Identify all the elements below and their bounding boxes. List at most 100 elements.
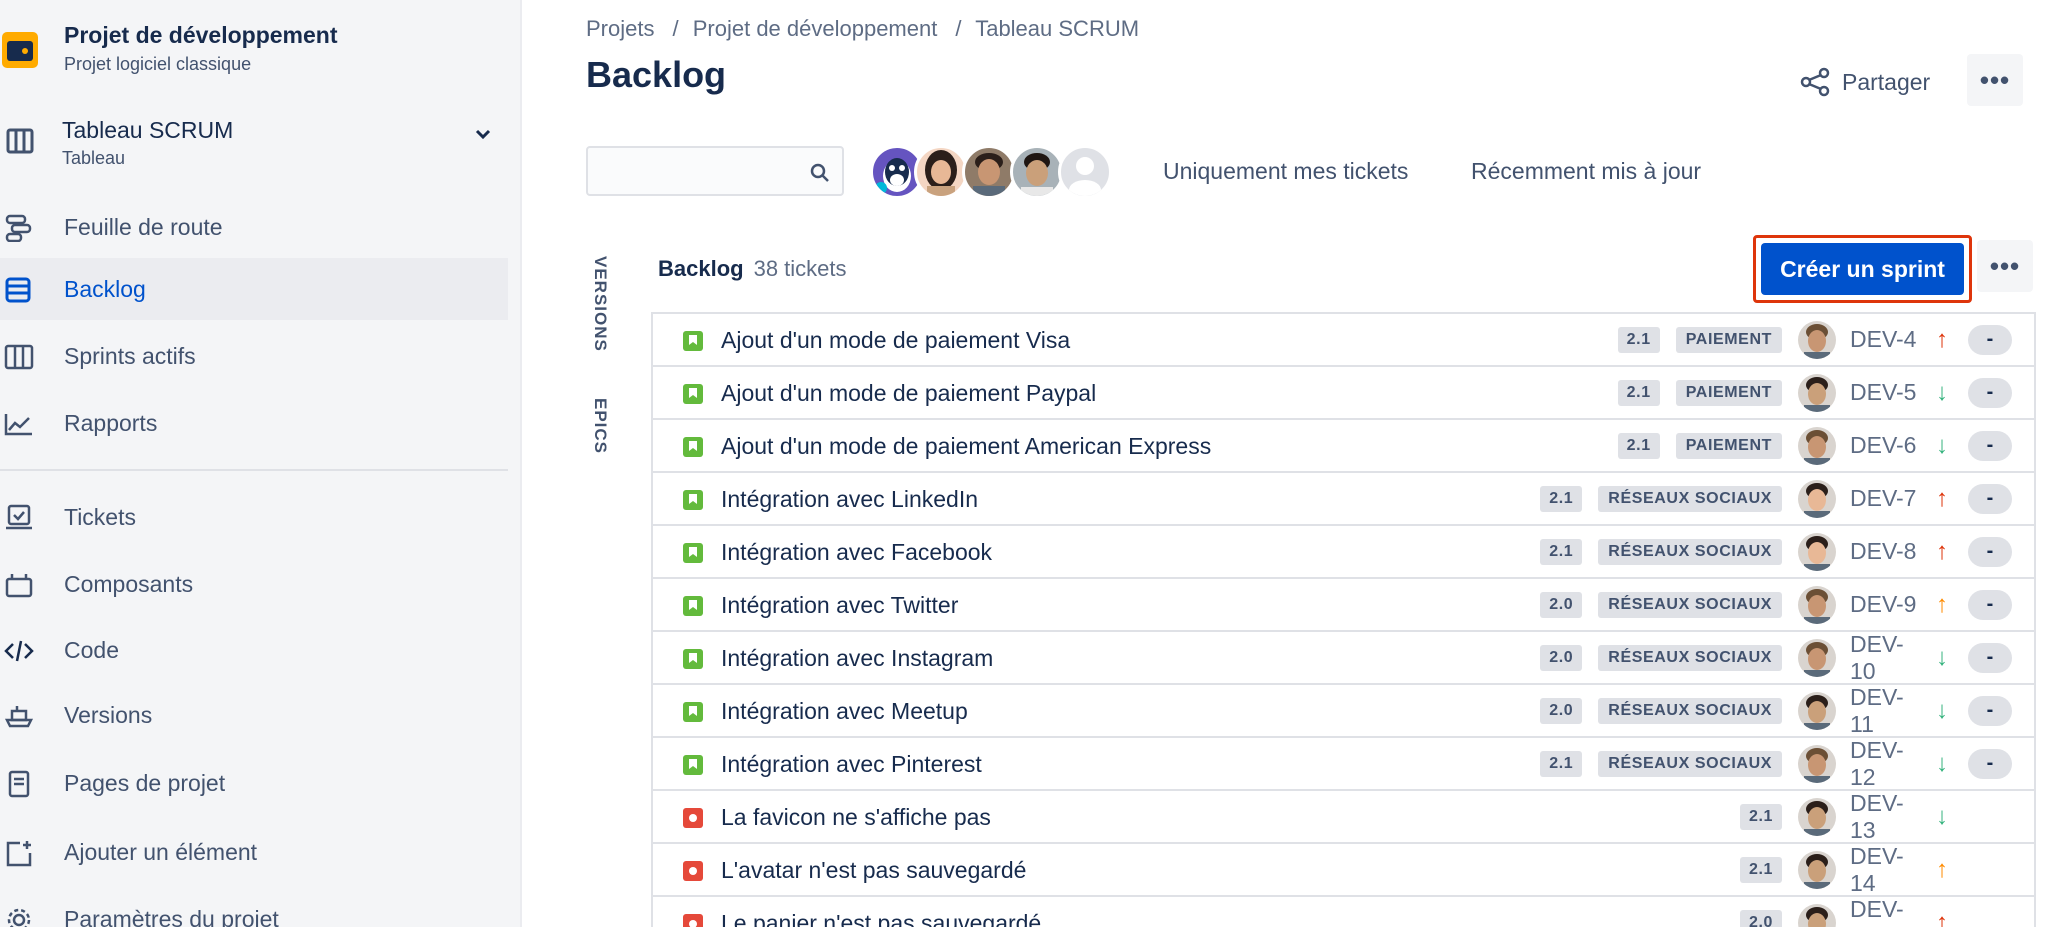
avatar-filter-unassigned[interactable] xyxy=(1058,145,1112,199)
epic-lozenge[interactable]: RÉSEAUX SOCIAUX xyxy=(1598,485,1782,512)
breadcrumb-board[interactable]: Tableau SCRUM xyxy=(975,16,1139,41)
sidebar-item-backlog[interactable]: Backlog xyxy=(0,258,508,320)
issue-key[interactable]: DEV-8 xyxy=(1850,538,1924,565)
assignee-avatar[interactable] xyxy=(1798,532,1836,571)
issue-key[interactable]: DEV-12 xyxy=(1850,737,1924,791)
issue-summary[interactable]: La favicon ne s'affiche pas xyxy=(721,804,991,831)
assignee-avatar[interactable] xyxy=(1798,903,1836,927)
assignee-avatar[interactable] xyxy=(1798,585,1836,624)
search-input[interactable] xyxy=(586,146,844,196)
breadcrumb-project[interactable]: Projet de développement xyxy=(693,16,938,41)
issue-summary[interactable]: Intégration avec Twitter xyxy=(721,592,958,619)
sidebar-item-code[interactable]: Code xyxy=(0,619,508,681)
issue-row[interactable]: Ajout d'un mode de paiement American Exp… xyxy=(653,420,2034,473)
tab-epics[interactable]: EPICS xyxy=(590,398,610,454)
project-header[interactable]: Projet de développement Projet logiciel … xyxy=(0,20,520,80)
epic-lozenge[interactable]: RÉSEAUX SOCIAUX xyxy=(1598,697,1782,724)
sidebar-item-active-sprints[interactable]: Sprints actifs xyxy=(0,325,508,387)
board-switcher[interactable]: Tableau SCRUM Tableau xyxy=(0,115,520,175)
breadcrumb-projects[interactable]: Projets xyxy=(586,16,654,41)
issue-row[interactable]: Ajout d'un mode de paiement Paypal 2.1 PAI… xyxy=(653,367,2034,420)
issue-summary[interactable]: Intégration avec Facebook xyxy=(721,539,992,566)
bug-icon xyxy=(683,861,703,881)
version-lozenge: 2.1 xyxy=(1617,432,1660,459)
issue-key[interactable]: DEV-11 xyxy=(1850,684,1924,738)
issue-key[interactable]: DEV-9 xyxy=(1850,591,1924,618)
assignee-avatar[interactable] xyxy=(1798,744,1836,783)
sidebar-item-versions[interactable]: Versions xyxy=(0,684,508,746)
roadmap-icon xyxy=(5,214,32,242)
sidebar-item-project-settings[interactable]: Paramètres du projet xyxy=(0,888,508,927)
issue-key[interactable]: DEV-6 xyxy=(1850,432,1924,459)
issue-summary[interactable]: Ajout d'un mode de paiement Paypal xyxy=(721,380,1096,407)
assignee-avatar[interactable] xyxy=(1798,691,1836,730)
story-icon xyxy=(683,649,703,669)
sidebar-item-tickets[interactable]: Tickets xyxy=(0,486,508,548)
epic-lozenge[interactable]: RÉSEAUX SOCIAUX xyxy=(1598,750,1782,777)
epic-lozenge[interactable]: PAIEMENT xyxy=(1675,379,1782,406)
issue-row[interactable]: Intégration avec LinkedIn 2.1 RÉSEAUX SOCI… xyxy=(653,473,2034,526)
epic-lozenge[interactable]: PAIEMENT xyxy=(1675,326,1782,353)
issue-key[interactable]: DEV-10 xyxy=(1850,631,1924,685)
estimate-badge xyxy=(1968,908,2012,927)
sidebar-item-add-item[interactable]: Ajouter un élément xyxy=(0,821,508,883)
issue-key[interactable]: DEV-13 xyxy=(1850,790,1924,844)
page-more-button[interactable]: ••• xyxy=(1967,54,2023,106)
backlog-more-button[interactable]: ••• xyxy=(1977,240,2033,292)
epic-lozenge[interactable]: PAIEMENT xyxy=(1675,432,1782,459)
priority-medium-icon: ↑ xyxy=(1936,855,1948,883)
issue-row[interactable]: La favicon ne s'affiche pas 2.1 DEV-13 ↓ xyxy=(653,790,2034,844)
sidebar-item-components[interactable]: Composants xyxy=(0,553,508,615)
sidebar-item-roadmap[interactable]: Feuille de route xyxy=(0,196,508,258)
issue-row[interactable]: L'avatar n'est pas sauvegardé 2.1 DEV-14 ↑ xyxy=(653,843,2034,897)
issue-key[interactable]: DEV-15 xyxy=(1850,896,1924,927)
issue-row[interactable]: Intégration avec Meetup 2.0 RÉSEAUX SOCIAU… xyxy=(653,684,2034,738)
issue-row[interactable]: Le panier n'est pas sauvegardé 2.0 DEV-15 ↑ xyxy=(653,896,2034,927)
issue-summary[interactable]: Ajout d'un mode de paiement Visa xyxy=(721,327,1070,354)
story-icon xyxy=(683,437,703,457)
sidebar-item-reports[interactable]: Rapports xyxy=(0,392,508,454)
assignee-avatar[interactable] xyxy=(1798,797,1836,836)
assignee-avatar[interactable] xyxy=(1798,320,1836,359)
issue-summary[interactable]: L'avatar n'est pas sauvegardé xyxy=(721,857,1026,884)
issue-key[interactable]: DEV-7 xyxy=(1850,485,1924,512)
assignee-avatar[interactable] xyxy=(1798,426,1836,465)
epic-lozenge[interactable]: RÉSEAUX SOCIAUX xyxy=(1598,644,1782,671)
share-button[interactable]: Partager xyxy=(1800,64,1930,100)
issue-summary[interactable]: Ajout d'un mode de paiement American Exp… xyxy=(721,433,1211,460)
sidebar-item-label: Paramètres du projet xyxy=(64,906,279,927)
issue-summary[interactable]: Intégration avec Meetup xyxy=(721,698,968,725)
issue-row[interactable]: Intégration avec Instagram 2.0 RÉSEAUX SOC… xyxy=(653,631,2034,685)
issue-row[interactable]: Intégration avec Twitter 2.0 RÉSEAUX SOCIA… xyxy=(653,579,2034,632)
issue-row[interactable]: Intégration avec Pinterest 2.1 RÉSEAUX SOC… xyxy=(653,737,2034,791)
filter-recently-updated[interactable]: Récemment mis à jour xyxy=(1471,158,1701,185)
epic-lozenge[interactable]: RÉSEAUX SOCIAUX xyxy=(1598,591,1782,618)
assignee-avatar[interactable] xyxy=(1798,638,1836,677)
issue-meta: 2.0 DEV-15 ↑ xyxy=(1739,896,2034,927)
issue-row[interactable]: Ajout d'un mode de paiement Visa 2.1 PAIEM… xyxy=(653,314,2034,367)
issue-key[interactable]: DEV-5 xyxy=(1850,379,1924,406)
estimate-badge: - xyxy=(1968,483,2012,514)
avatar-filter-3[interactable] xyxy=(962,145,1016,199)
filter-only-my-issues[interactable]: Uniquement mes tickets xyxy=(1163,158,1408,185)
avatar-filter-4[interactable] xyxy=(1010,145,1064,199)
issue-key[interactable]: DEV-14 xyxy=(1850,843,1924,897)
issue-summary[interactable]: Intégration avec Instagram xyxy=(721,645,993,672)
issue-summary[interactable]: Intégration avec LinkedIn xyxy=(721,486,978,513)
assignee-avatar[interactable] xyxy=(1798,373,1836,412)
avatar-filter-2[interactable] xyxy=(914,145,968,199)
chevron-down-icon[interactable] xyxy=(474,128,492,142)
create-sprint-button[interactable]: Créer un sprint xyxy=(1761,243,1964,295)
tab-versions[interactable]: VERSIONS xyxy=(590,256,610,352)
issue-row[interactable]: Intégration avec Facebook 2.1 RÉSEAUX SOCI… xyxy=(653,526,2034,579)
issue-key[interactable]: DEV-4 xyxy=(1850,326,1924,353)
assignee-avatar[interactable] xyxy=(1798,479,1836,518)
epic-lozenge[interactable]: RÉSEAUX SOCIAUX xyxy=(1598,538,1782,565)
sidebar-item-project-pages[interactable]: Pages de projet xyxy=(0,752,508,814)
priority-high-icon: ↑ xyxy=(1936,484,1948,512)
assignee-avatar[interactable] xyxy=(1798,850,1836,889)
issue-summary[interactable]: Intégration avec Pinterest xyxy=(721,751,982,778)
issue-summary[interactable]: Le panier n'est pas sauvegardé xyxy=(721,910,1041,927)
estimate-badge xyxy=(1968,802,2012,832)
backlog-icon xyxy=(5,277,31,303)
